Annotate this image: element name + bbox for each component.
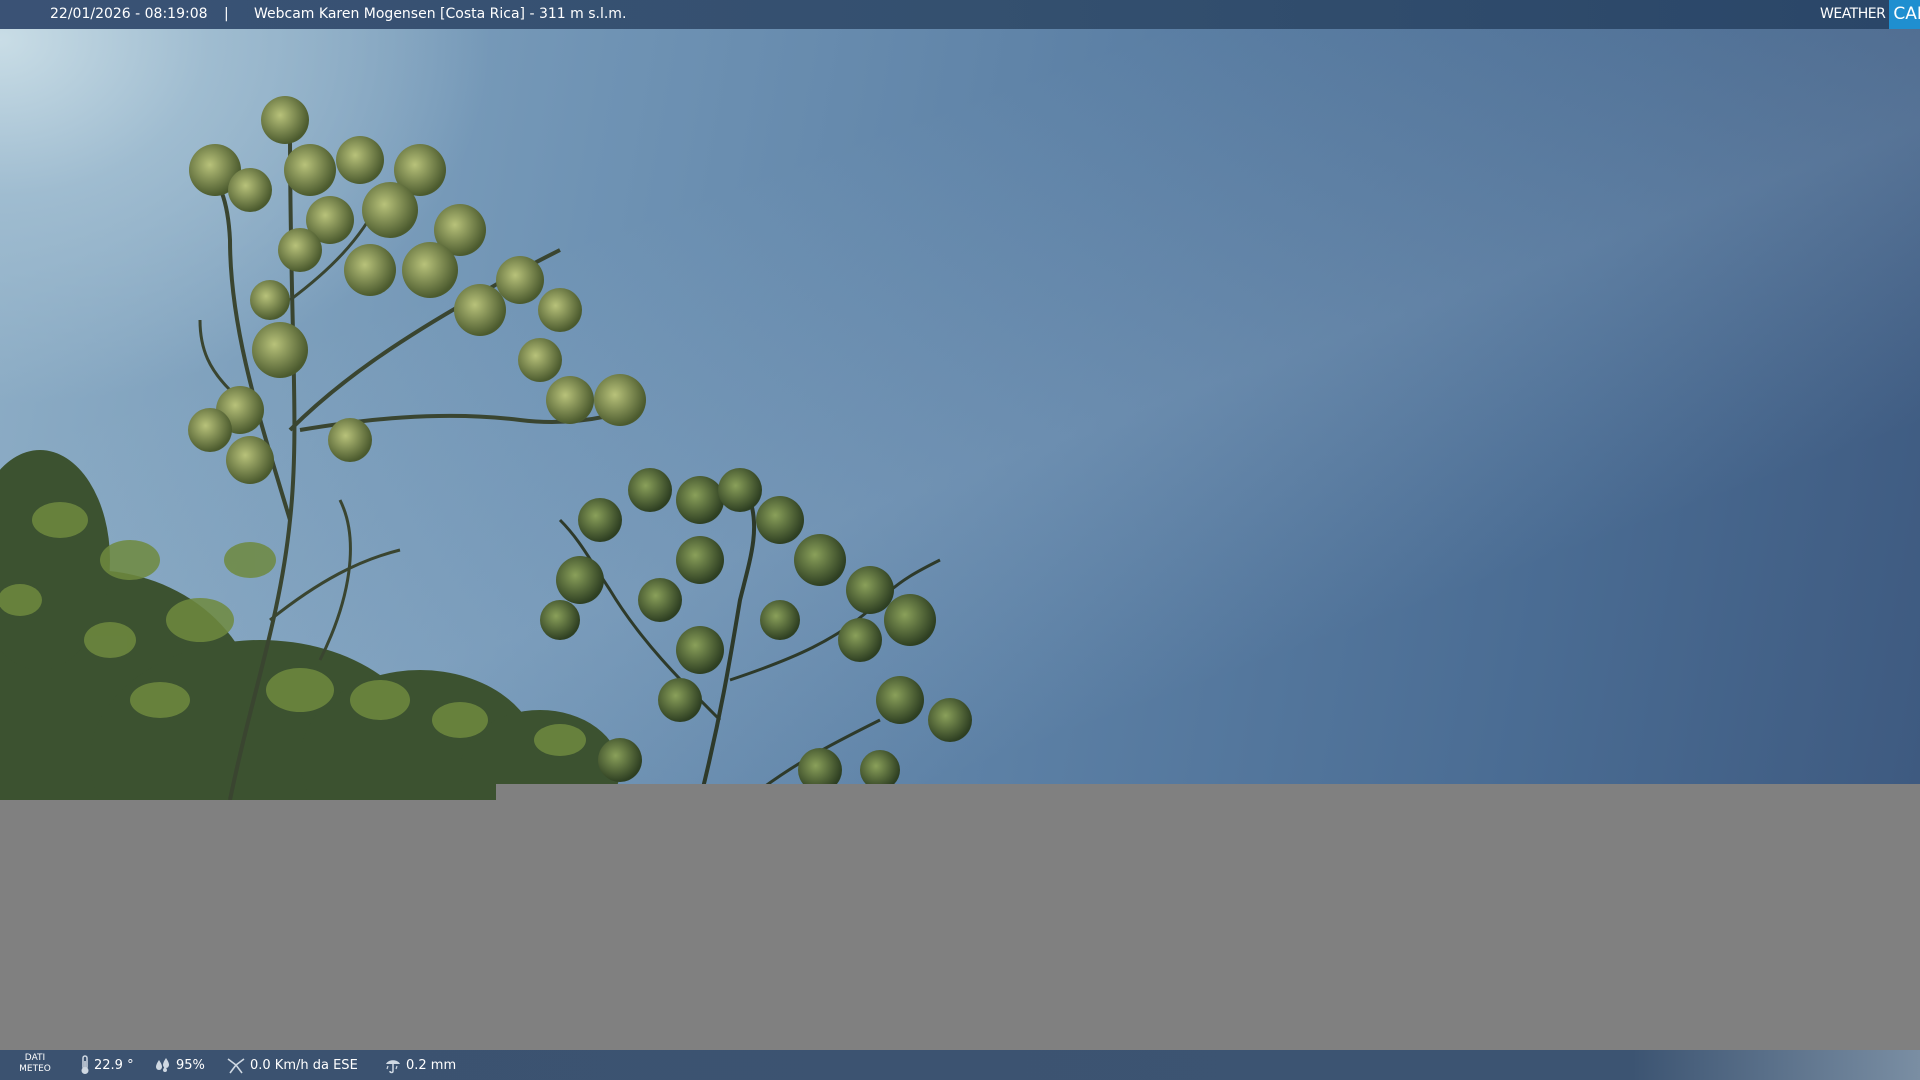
- webcam-frame: 22/01/2026 - 08:19:08 | Webcam Karen Mog…: [0, 0, 1920, 1080]
- humidity-reading: 95%: [154, 1050, 205, 1080]
- meteo-bar: DATI METEO 22.9 ° 95% 0.0 Km/h da ESE 0.…: [0, 1050, 1920, 1080]
- rain-value: 0.2 mm: [406, 1057, 457, 1073]
- meteo-label-line2: METEO: [19, 1064, 51, 1074]
- temperature-value: 22.9 °: [94, 1057, 134, 1073]
- thermometer-icon: [81, 1055, 89, 1074]
- webcam-title: Webcam Karen Mogensen [Costa Rica] - 311…: [254, 6, 627, 22]
- temperature-reading: 22.9 °: [80, 1050, 134, 1080]
- wind-reading: 0.0 Km/h da ESE: [226, 1050, 358, 1080]
- meteo-label-line1: DATI: [24, 1053, 46, 1063]
- tall-tree-leaves: [188, 96, 646, 484]
- meteo-label: DATI METEO: [18, 1053, 52, 1075]
- webcam-image: [0, 0, 1920, 1080]
- header-bar: 22/01/2026 - 08:19:08 | Webcam Karen Mog…: [0, 0, 1920, 29]
- wind-value: 0.0 Km/h da ESE: [250, 1057, 358, 1073]
- datetime-label: 22/01/2026 - 08:19:08: [50, 6, 208, 22]
- rain-icon: [386, 1060, 400, 1074]
- logo-weather-text: WEATHER: [1820, 6, 1886, 22]
- logo-cam-text: CAM: [1889, 0, 1920, 29]
- gray-placeholder-left: [0, 800, 496, 1050]
- humidity-drops-icon: [156, 1058, 169, 1072]
- weathercam-logo[interactable]: WEATHER CAM: [1810, 0, 1920, 29]
- wind-icon: [227, 1058, 245, 1074]
- gray-placeholder-main: [496, 784, 1920, 1050]
- rain-reading: 0.2 mm: [384, 1050, 456, 1080]
- humidity-value: 95%: [176, 1057, 205, 1073]
- header-separator: |: [224, 6, 229, 22]
